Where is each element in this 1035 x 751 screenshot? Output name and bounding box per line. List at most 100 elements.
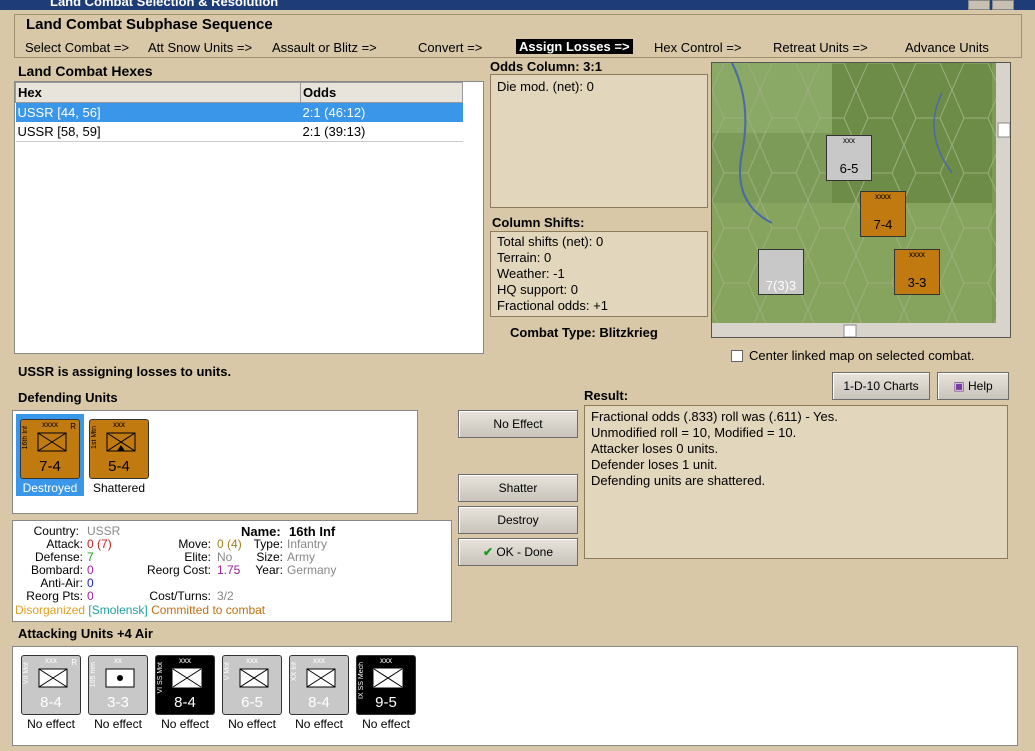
defender-caption: Shattered	[92, 481, 146, 495]
combat-type: Combat Type: Blitzkrieg	[510, 325, 658, 340]
map-counter-factors: 3-3	[907, 275, 927, 290]
defender-counter[interactable]: xxx 1st Mtn 5-4	[89, 419, 149, 479]
col-odds[interactable]: Odds	[300, 82, 463, 103]
map-counter-factors: 7-4	[873, 217, 893, 232]
shift-line: Weather: -1	[497, 266, 565, 281]
defender-caption: Destroyed	[22, 481, 78, 495]
attacker-counter[interactable]: xx 105 mm 3-3	[88, 655, 148, 715]
counter-size: xxx	[113, 420, 125, 429]
defender-counter[interactable]: xxxx R 16th Inf 7-4	[20, 419, 80, 479]
ok-done-button[interactable]: ✔ OK - Done	[458, 538, 578, 566]
row-hex: USSR [44, 56]	[17, 105, 101, 120]
counter-side: VII Mot	[23, 662, 30, 685]
shift-line: Fractional odds: +1	[497, 298, 608, 313]
minimize-button[interactable]	[968, 0, 990, 10]
result-title: Result:	[584, 388, 629, 403]
attacker-counter[interactable]: xxx VI SS Mot 8-4	[155, 655, 215, 715]
center-map-checkbox[interactable]	[731, 350, 743, 362]
attacking-units-panel: xxx R VII Mot 8-4 No effect xx 105 mm 3-3 No eff…	[12, 646, 1018, 746]
odds-panel: Die mod. (net): 0	[490, 74, 708, 208]
counter-size: xx	[114, 656, 122, 665]
center-map-label: Center linked map on selected combat.	[749, 348, 975, 363]
seq-step-assign-losses: Assign Losses =>	[516, 39, 633, 54]
shift-line: Terrain: 0	[497, 250, 552, 265]
map-counter[interactable]: 7(3)3	[758, 249, 804, 295]
reorgcost-label: Reorg Cost:	[146, 563, 211, 577]
map-counter[interactable]: xxxx 7-4	[860, 191, 906, 237]
counter-factors: 7-4	[39, 458, 61, 475]
map-counter-size: xxxx	[909, 250, 925, 259]
seq-step-select-combat: Select Combat =>	[25, 40, 130, 55]
counter-factors: 6-5	[241, 694, 263, 711]
result-line: Unmodified roll = 10, Modified = 10.	[591, 425, 797, 440]
die-mod: Die mod. (net): 0	[497, 79, 594, 94]
counter-side: VI SS Mot	[157, 662, 164, 694]
year-value: Germany	[287, 563, 337, 577]
counter-side: XX Inf	[291, 662, 298, 682]
attacker-counter[interactable]: xxx R VII Mot 8-4	[21, 655, 81, 715]
status-location: [Smolensk]	[88, 603, 148, 617]
row-odds: 2:1 (46:12)	[302, 105, 366, 120]
counter-factors: 8-4	[308, 694, 330, 711]
seq-step-convert: Convert =>	[418, 40, 483, 55]
mountain-infantry-icon	[106, 432, 136, 452]
counter-factors: 9-5	[375, 694, 397, 711]
close-button[interactable]	[992, 0, 1014, 10]
checkmark-icon: ✔	[482, 545, 493, 559]
attacker-caption: No effect	[228, 717, 276, 731]
seq-step-hex-control: Hex Control =>	[654, 40, 742, 55]
row-odds: 2:1 (39:13)	[300, 122, 463, 142]
map-counter[interactable]: xxxx 3-3	[894, 249, 940, 295]
destroy-button[interactable]: Destroy	[458, 506, 578, 534]
result-line: Fractional odds (.833) roll was (.611) -…	[591, 409, 838, 424]
motorized-icon	[306, 668, 336, 688]
book-icon: ▣	[953, 379, 965, 393]
no-effect-button[interactable]: No Effect	[458, 410, 578, 438]
shatter-button[interactable]: Shatter	[458, 474, 578, 502]
result-line: Defender loses 1 unit.	[591, 457, 718, 472]
counter-side: 16th Inf	[22, 426, 29, 450]
help-button[interactable]: ▣ Help	[937, 372, 1009, 400]
seq-step-att-snow: Att Snow Units =>	[148, 40, 253, 55]
status-committed: Committed to combat	[151, 603, 266, 617]
seq-step-advance: Advance Units	[905, 40, 989, 55]
seq-step-assault-blitz: Assault or Blitz =>	[272, 40, 377, 55]
charts-button[interactable]: 1-D-10 Charts	[832, 372, 930, 400]
hexes-table: Hex Odds USSR [44, 56] 2:1 (46:12) USSR …	[14, 81, 484, 354]
linked-map[interactable]: xxx 6-5 xxxx 7-4 7(3)3 xxxx 3-3	[711, 62, 1011, 338]
counter-size: xxx	[246, 656, 258, 665]
seq-step-retreat: Retreat Units =>	[773, 40, 868, 55]
attacker-caption: No effect	[27, 717, 75, 731]
unit-status-line: Disorganized [Smolensk] Committed to com…	[15, 604, 265, 617]
map-counter-size: xxxx	[875, 192, 891, 201]
col-hex[interactable]: Hex	[15, 82, 301, 103]
result-panel: Fractional odds (.833) roll was (.611) -…	[584, 405, 1008, 559]
map-counter-factors: 6-5	[839, 161, 859, 176]
motorized-icon	[38, 668, 68, 688]
shifts-panel: Total shifts (net): 0 Terrain: 0 Weather…	[490, 231, 708, 317]
map-counter-size: xxx	[843, 136, 855, 145]
counter-side: V Mot	[224, 662, 231, 681]
counter-factors: 5-4	[108, 458, 130, 475]
window-title: Land Combat Selection & Resolution	[50, 0, 279, 9]
table-row[interactable]: USSR [44, 56] 2:1 (46:12)	[15, 102, 463, 122]
result-line: Defending units are shattered.	[591, 473, 766, 488]
counter-size: xxx	[313, 656, 325, 665]
status-disorganized: Disorganized	[15, 603, 86, 617]
counter-size: xxx	[179, 656, 191, 665]
attacker-counter[interactable]: xxx XX Inf 8-4	[289, 655, 349, 715]
table-row[interactable]: USSR [58, 59] 2:1 (39:13)	[15, 122, 463, 142]
defending-title: Defending Units	[18, 390, 118, 405]
artillery-icon	[105, 668, 135, 688]
motorized-icon	[172, 668, 202, 688]
reorg-label: Reorg Pts:	[26, 589, 83, 603]
reorgcost-value: 1.75	[217, 563, 241, 577]
counter-side: 1st Mtn	[91, 426, 98, 449]
attacker-caption: No effect	[295, 717, 343, 731]
year-label: Year:	[255, 563, 283, 577]
attacker-counter[interactable]: xxx IX SS Mech 9-5	[356, 655, 416, 715]
counter-factors: 8-4	[40, 694, 62, 711]
help-label: Help	[968, 379, 993, 393]
map-counter[interactable]: xxx 6-5	[826, 135, 872, 181]
attacker-counter[interactable]: xxx V Mot 6-5	[222, 655, 282, 715]
